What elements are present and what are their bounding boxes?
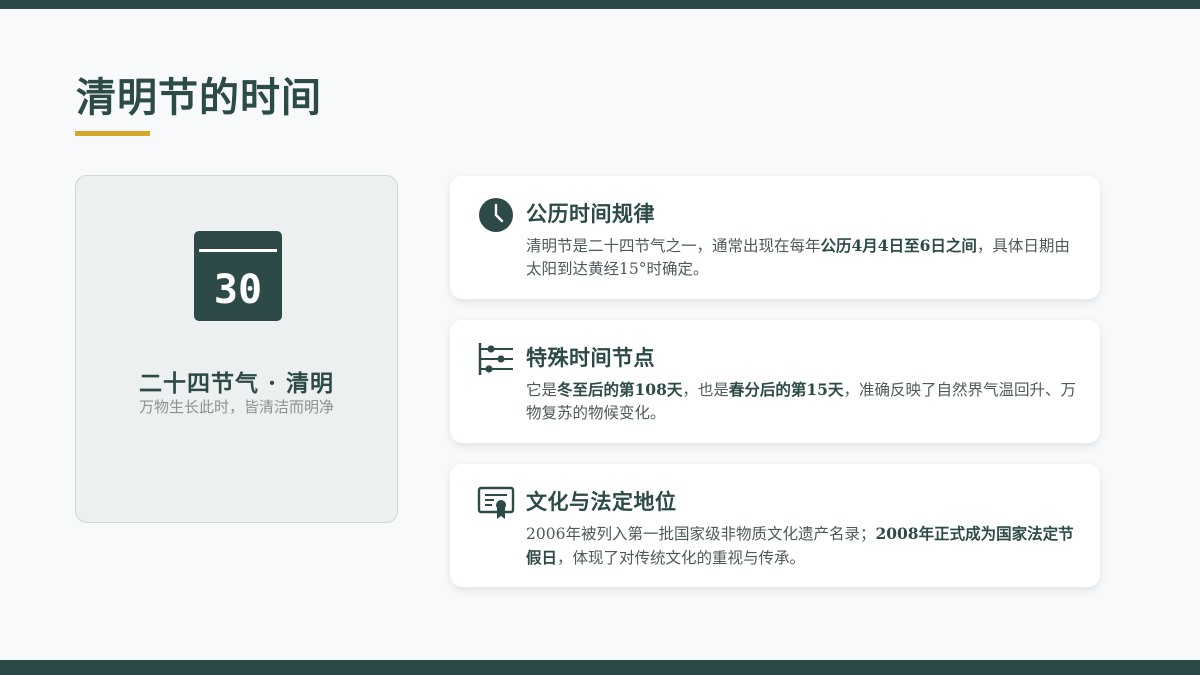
- solar-term-subtitle: 万物生长此时，皆清洁而明净: [138, 398, 334, 416]
- card-body-text: 清明节是二十四节气之一，通常出现在每年: [526, 237, 821, 255]
- card-body-text: ，也是: [682, 381, 729, 399]
- card-title: 文化与法定地位: [526, 489, 677, 514]
- bottom-accent-bar: [0, 660, 1200, 675]
- clock-icon: [479, 198, 513, 232]
- card-body-text: 2006年被列入第一批国家级非物质文化遗产名录；: [526, 525, 876, 543]
- certificate-icon: [477, 486, 515, 519]
- card-body-text: 它是: [526, 381, 558, 399]
- timeline-icon: [478, 343, 513, 375]
- solar-term-card: 30 二十四节气 · 清明 万物生长此时，皆清洁而明净: [75, 175, 398, 523]
- card-title: 公历时间规律: [526, 201, 655, 226]
- calendar-number: 30: [214, 267, 262, 313]
- card-body: 清明节是二十四节气之一，通常出现在每年公历4月4日至6日之间，具体日期由太阳到达…: [526, 234, 1082, 281]
- card-body: 2006年被列入第一批国家级非物质文化遗产名录；2008年正式成为国家法定节假日…: [526, 522, 1082, 570]
- card-body-highlight: 公历4月4日至6日之间: [820, 236, 977, 255]
- top-accent-bar: [0, 0, 1200, 9]
- card-body-highlight: 春分后的第15天: [728, 380, 844, 399]
- card-body: 它是冬至后的第108天，也是春分后的第15天，准确反映了自然界气温回升、万物复苏…: [526, 378, 1082, 425]
- card-title: 特殊时间节点: [526, 345, 655, 370]
- calendar-icon: 30: [194, 231, 282, 321]
- info-card-special-dates: 特殊时间节点 它是冬至后的第108天，也是春分后的第15天，准确反映了自然界气温…: [450, 320, 1100, 443]
- info-card-gregorian-time: 公历时间规律 清明节是二十四节气之一，通常出现在每年公历4月4日至6日之间，具体…: [450, 176, 1100, 299]
- solar-term-title: 二十四节气 · 清明: [138, 370, 335, 397]
- info-card-cultural-status: 文化与法定地位 2006年被列入第一批国家级非物质文化遗产名录；2008年正式成…: [450, 464, 1100, 587]
- card-body-highlight: 冬至后的第108天: [557, 380, 683, 399]
- title-underline: [75, 131, 150, 136]
- card-body-text: ，体现了对传统文化的重视与传承。: [557, 549, 806, 567]
- page-title: 清明节的时间: [76, 74, 322, 121]
